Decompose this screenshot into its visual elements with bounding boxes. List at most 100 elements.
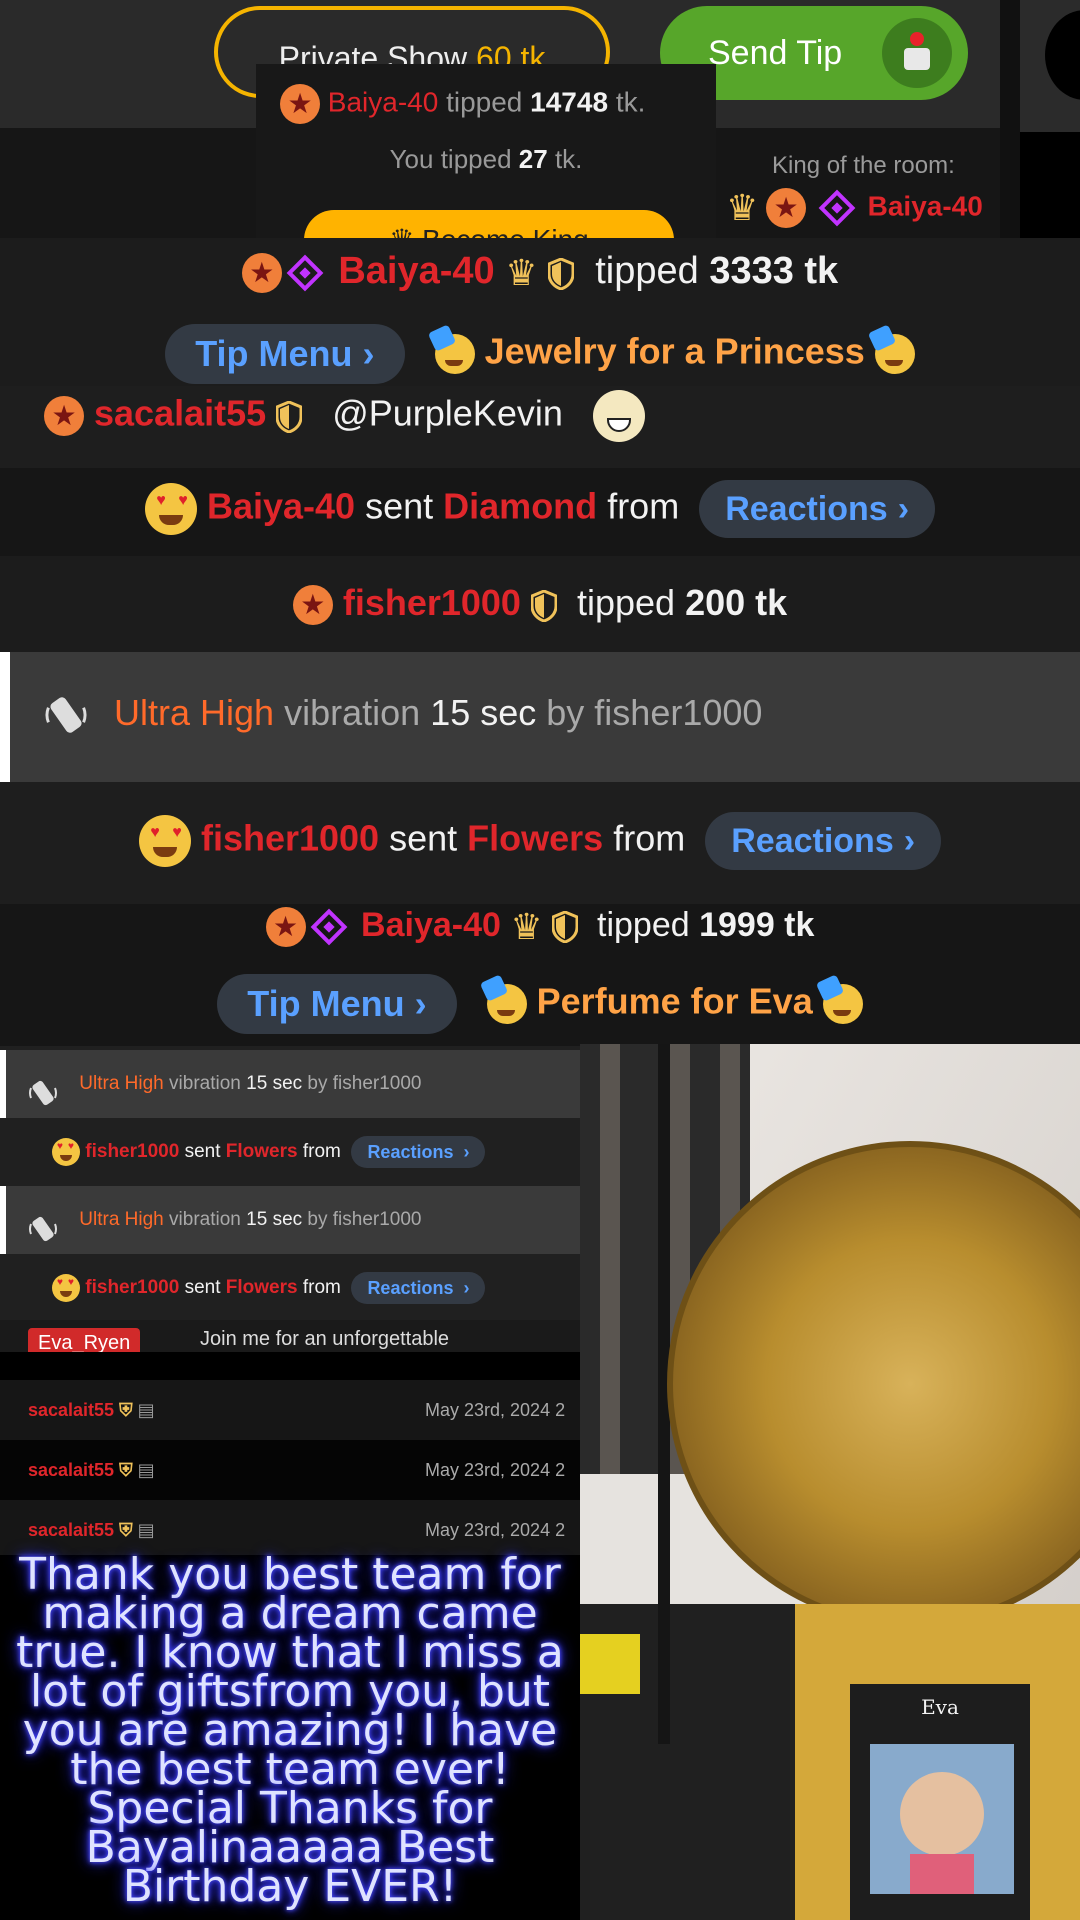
username[interactable]: fisher1000 bbox=[85, 1277, 179, 1298]
chevron-right-icon: › bbox=[463, 1141, 470, 1162]
vibration-duration: 15 sec bbox=[246, 1073, 303, 1094]
king-of-room-user[interactable]: ♛ Baiya-40 bbox=[726, 188, 983, 228]
gift-name: Flowers bbox=[225, 1277, 298, 1298]
tip-amount: 200 tk bbox=[685, 582, 788, 623]
tip-menu-line: Tip Menu › Jewelry for a Princess bbox=[0, 324, 1080, 384]
tip-line: Baiya-40 ♛ tipped 1999 tk bbox=[0, 906, 1080, 948]
from-text: from bbox=[302, 1141, 341, 1162]
star-badge-icon bbox=[280, 84, 320, 124]
frame-caption: Eva bbox=[921, 1695, 959, 1719]
shield-icon bbox=[551, 910, 579, 944]
reactions-button[interactable]: Reactions › bbox=[351, 1271, 486, 1304]
username[interactable]: Baiya-40 bbox=[338, 250, 494, 292]
shield-icon: ⛨ bbox=[119, 1460, 133, 1480]
sent-text: sent bbox=[184, 1141, 221, 1162]
shield-icon bbox=[530, 589, 558, 624]
promo-tag[interactable]: Eva_Ryen bbox=[28, 1328, 141, 1352]
chat-row-tip: fisher1000 tipped 200 tk bbox=[0, 556, 1080, 652]
shield-icon: ⛨ bbox=[119, 1520, 133, 1540]
username[interactable]: fisher1000 bbox=[343, 582, 521, 623]
crown-icon: ♛ bbox=[510, 906, 543, 948]
username[interactable]: sacalait55 bbox=[94, 393, 266, 434]
mention-text: @PurpleKevin bbox=[332, 392, 563, 434]
log-user[interactable]: sacalait55 ⛨ ▤ bbox=[28, 1380, 155, 1440]
chat-row-tip: Baiya-40 ♛ tipped 1999 tk Tip Menu› Perf… bbox=[0, 904, 1080, 1046]
king-popup: Baiya-40 tipped 14748 tk. You tipped 27 … bbox=[256, 64, 716, 270]
log-username: sacalait55 bbox=[28, 1460, 115, 1480]
username[interactable]: fisher1000 bbox=[201, 818, 379, 859]
reactions-button[interactable]: Reactions › bbox=[699, 480, 936, 538]
promo-row: Eva_Ryen Join me for an unforgettable bbox=[0, 1320, 580, 1352]
chevron-right-icon: › bbox=[362, 333, 375, 374]
king-username: Baiya-40 bbox=[867, 190, 983, 222]
chat-row-reaction: ♥ ♥ fisher1000 sent Flowers from Reaction… bbox=[0, 1118, 580, 1186]
party-face-icon bbox=[434, 334, 475, 374]
reaction-line: ♥ ♥ fisher1000 sent Flowers from Reaction… bbox=[0, 812, 1080, 870]
laughing-emoji-icon bbox=[592, 390, 645, 442]
tip-menu-button[interactable]: Tip Menu › bbox=[165, 324, 405, 384]
username[interactable]: Baiya-40 bbox=[207, 486, 355, 527]
username[interactable]: fisher1000 bbox=[85, 1141, 179, 1162]
chat-row-reaction: ♥ ♥ fisher1000 sent Flowers from Reaction… bbox=[0, 1254, 580, 1322]
chat-row-vibration: Ultra High vibration 15 sec by fisher100… bbox=[0, 652, 1080, 782]
action-text: tipped bbox=[446, 86, 523, 118]
heart-eyes-emoji-icon: ♥ ♥ bbox=[144, 483, 197, 535]
you-tipped-unit: tk. bbox=[554, 144, 583, 174]
avatar[interactable] bbox=[1045, 10, 1080, 100]
diamond-icon bbox=[310, 908, 347, 946]
log-user[interactable]: sacalait55 ⛨ ▤ bbox=[28, 1440, 155, 1500]
chat-row-reaction: ♥ ♥ fisher1000 sent Flowers from Reaction… bbox=[0, 782, 1080, 904]
sent-text: sent bbox=[365, 485, 434, 527]
reactions-button[interactable]: Reactions › bbox=[705, 812, 942, 870]
heart-eyes-emoji-icon: ♥ ♥ bbox=[138, 815, 191, 867]
tip-menu-item: Perfume for Eva bbox=[536, 980, 813, 1022]
log-date: May 23rd, 2024 2 bbox=[425, 1400, 566, 1420]
diamond-icon bbox=[818, 189, 856, 227]
chat-row-message: sacalait55 @PurpleKevin bbox=[0, 386, 1080, 468]
chat-row-tip: Baiya-40 ♛ tipped 3333 tk Tip Menu› Jewe… bbox=[0, 238, 1080, 386]
star-badge-icon bbox=[292, 585, 333, 626]
party-face-icon bbox=[874, 334, 915, 374]
reaction-line: ♥ ♥ Baiya-40 sent Diamond from Reactions › bbox=[0, 480, 1080, 538]
chevron-right-icon: › bbox=[463, 1277, 470, 1298]
tip-menu-line: Tip Menu › Perfume for Eva bbox=[0, 974, 1080, 1034]
from-text: from bbox=[607, 485, 680, 527]
reactions-label: Reactions bbox=[725, 490, 888, 528]
log-username: sacalait55 bbox=[28, 1400, 115, 1420]
vibration-level: Ultra High bbox=[79, 1209, 164, 1230]
thank-you-message: Thank you best team for making a dream c… bbox=[0, 1553, 580, 1920]
note-icon: ▤ bbox=[137, 1520, 155, 1540]
tip-menu-label: Tip Menu bbox=[195, 333, 353, 374]
shield-icon: ⛨ bbox=[119, 1400, 133, 1420]
reactions-label: Reactions bbox=[367, 1141, 454, 1162]
you-tipped-amount: 27 bbox=[518, 144, 548, 174]
vibration-level: Ultra High bbox=[114, 692, 275, 733]
action-text: tipped bbox=[576, 582, 676, 623]
chat-row-reaction: ♥ ♥ Baiya-40 sent Diamond from Reactions › bbox=[0, 468, 1080, 556]
send-tip-label: Send Tip bbox=[708, 34, 843, 72]
username[interactable]: Baiya-40 bbox=[328, 86, 439, 117]
chevron-right-icon: › bbox=[903, 822, 916, 860]
tip-amount: 14748 bbox=[530, 86, 609, 118]
room-photo: Eva bbox=[580, 1044, 1080, 1920]
vibration-icon bbox=[28, 1205, 58, 1242]
vibration-by: by fisher1000 bbox=[307, 1073, 422, 1094]
party-face-icon bbox=[486, 984, 527, 1024]
vibration-level: Ultra High bbox=[79, 1073, 164, 1094]
party-face-icon bbox=[822, 984, 863, 1024]
small-chat-panel: Ultra High vibration 15 sec by fisher100… bbox=[0, 1046, 580, 1346]
history-log: sacalait55 ⛨ ▤ May 23rd, 2024 2 sacalait… bbox=[0, 1380, 580, 1560]
you-tipped-label: You tipped bbox=[389, 144, 512, 174]
vibration-by: by fisher1000 bbox=[546, 692, 763, 733]
gong-photo-illustration: Eva bbox=[580, 1044, 1080, 1920]
tip-menu-label: Tip Menu bbox=[247, 983, 405, 1024]
vibration-duration: 15 sec bbox=[246, 1209, 303, 1230]
tip-menu-button[interactable]: Tip Menu › bbox=[217, 974, 457, 1034]
vibration-duration: 15 sec bbox=[430, 692, 537, 733]
sent-text: sent bbox=[389, 817, 458, 859]
username[interactable]: Baiya-40 bbox=[361, 906, 501, 944]
tip-menu-item: Jewelry for a Princess bbox=[484, 330, 865, 372]
sent-text: sent bbox=[184, 1277, 221, 1298]
reactions-button[interactable]: Reactions › bbox=[351, 1135, 486, 1168]
heart-eyes-emoji-icon: ♥ ♥ bbox=[52, 1137, 80, 1166]
